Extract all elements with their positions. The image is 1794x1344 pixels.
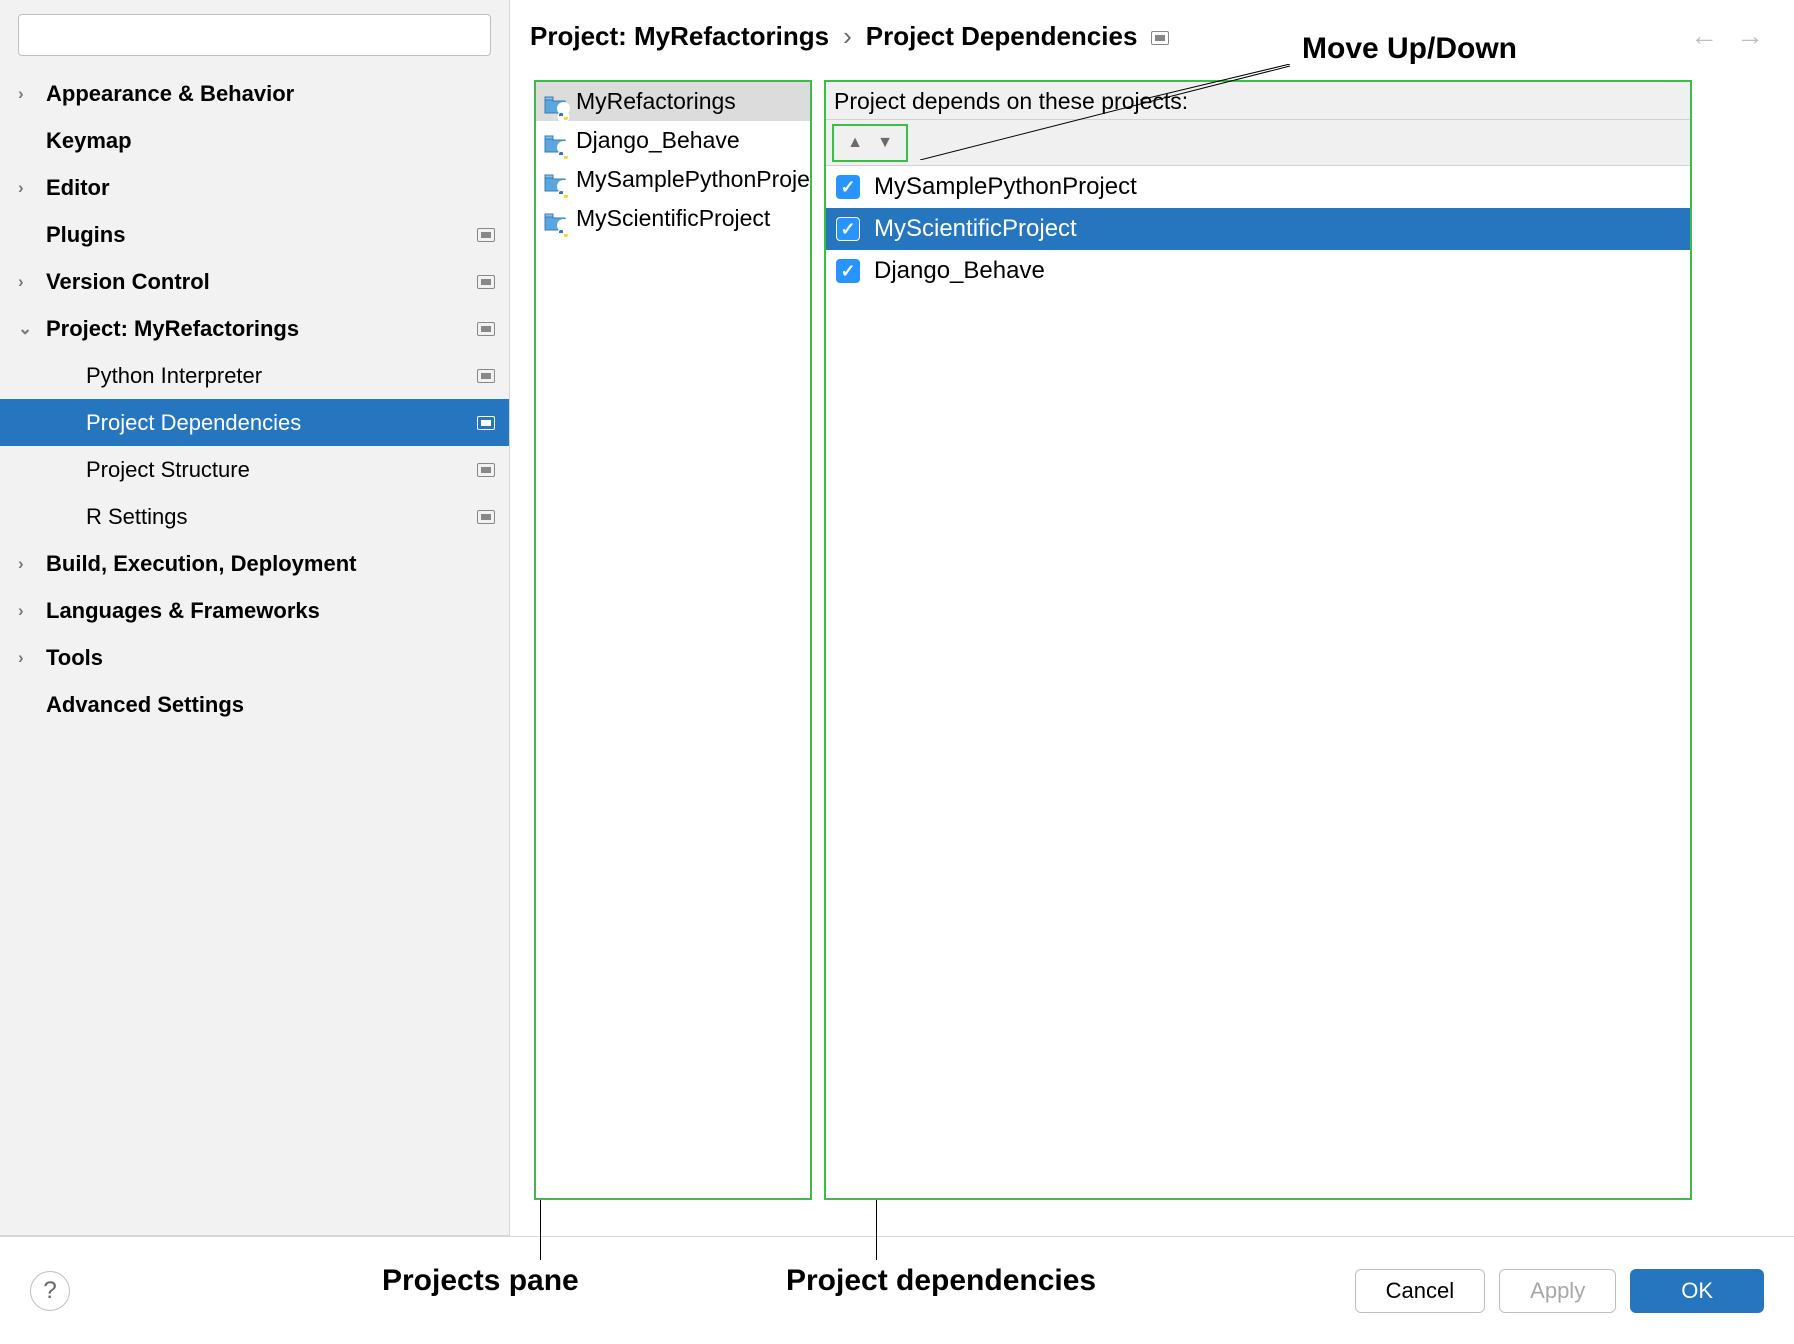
sidebar-item-python-interpreter[interactable]: Python Interpreter <box>0 352 509 399</box>
sidebar-item-build-execution-deployment[interactable]: ›Build, Execution, Deployment <box>0 540 509 587</box>
sidebar-item-tools[interactable]: ›Tools <box>0 634 509 681</box>
sidebar-item-advanced-settings[interactable]: ›Advanced Settings <box>0 681 509 728</box>
scope-badge-icon <box>477 510 495 524</box>
move-updown-group: ▲ ▼ <box>832 124 908 162</box>
sidebar-item-languages-frameworks[interactable]: ›Languages & Frameworks <box>0 587 509 634</box>
scope-badge-icon <box>477 228 495 242</box>
annotation-stem-deps <box>876 1200 877 1260</box>
chevron-icon: › <box>18 554 46 574</box>
project-row-label: MySamplePythonProject <box>576 166 812 193</box>
sidebar-item-label: R Settings <box>86 504 188 530</box>
sidebar-item-appearance-behavior[interactable]: ›Appearance & Behavior <box>0 70 509 117</box>
sidebar-item-label: Plugins <box>46 222 125 248</box>
deps-toolbar: ▲ ▼ <box>826 120 1690 166</box>
annotation-projectdeps: Project dependencies <box>786 1264 1096 1298</box>
cancel-button[interactable]: Cancel <box>1355 1269 1485 1313</box>
folder-icon <box>544 171 566 189</box>
deps-header-label: Project depends on these projects: <box>826 82 1690 120</box>
dep-row-label: Django_Behave <box>874 257 1045 285</box>
checkbox-icon[interactable]: ✓ <box>836 259 860 283</box>
breadcrumb-sep: › <box>843 21 852 52</box>
chevron-icon: › <box>18 84 46 104</box>
project-row-django_behave[interactable]: Django_Behave <box>536 121 810 160</box>
sidebar-item-label: Build, Execution, Deployment <box>46 551 356 577</box>
dep-row-django_behave[interactable]: ✓ Django_Behave <box>826 250 1690 292</box>
sidebar-item-project-myrefactorings[interactable]: ⌄Project: MyRefactorings <box>0 305 509 352</box>
sidebar-item-plugins[interactable]: ›Plugins <box>0 211 509 258</box>
project-row-label: MyRefactorings <box>576 88 736 115</box>
projects-pane: MyRefactorings Django_Behave MySamplePytho… <box>534 80 812 1200</box>
chevron-icon: ⌄ <box>18 319 46 339</box>
folder-icon <box>544 210 566 228</box>
sidebar-item-label: Keymap <box>46 128 132 154</box>
folder-icon <box>544 132 566 150</box>
sidebar-item-version-control[interactable]: ›Version Control <box>0 258 509 305</box>
annotation-projectspane: Projects pane <box>382 1264 579 1298</box>
deps-list: ✓ MySamplePythonProject ✓ MyScientificProje… <box>826 166 1690 1198</box>
breadcrumb-project[interactable]: Project: MyRefactorings <box>530 21 829 52</box>
apply-button[interactable]: Apply <box>1499 1269 1616 1313</box>
dep-row-myscientificproject[interactable]: ✓ MyScientificProject <box>826 208 1690 250</box>
project-row-label: MyScientificProject <box>576 205 770 232</box>
search-input[interactable] <box>18 14 491 56</box>
sidebar-item-r-settings[interactable]: R Settings <box>0 493 509 540</box>
sidebar-item-label: Project Dependencies <box>86 410 301 436</box>
project-row-myrefactorings[interactable]: MyRefactorings <box>536 82 810 121</box>
project-row-mysamplepythonproject[interactable]: MySamplePythonProject <box>536 160 810 199</box>
project-row-label: Django_Behave <box>576 127 740 154</box>
scope-badge-icon <box>477 322 495 336</box>
settings-nav: ›Appearance & Behavior›Keymap›Editor›Plu… <box>0 70 509 728</box>
folder-icon <box>544 93 566 111</box>
settings-sidebar: ›Appearance & Behavior›Keymap›Editor›Plu… <box>0 0 510 1236</box>
breadcrumb-page[interactable]: Project Dependencies <box>866 21 1138 52</box>
dep-row-label: MySamplePythonProject <box>874 173 1137 201</box>
ok-button[interactable]: OK <box>1630 1269 1764 1313</box>
chevron-icon: › <box>18 601 46 621</box>
back-arrow-icon[interactable]: ← <box>1690 20 1718 52</box>
annotation-stem-projects <box>540 1200 541 1260</box>
help-button[interactable]: ? <box>30 1271 70 1311</box>
forward-arrow-icon[interactable]: → <box>1736 20 1764 52</box>
checkbox-icon[interactable]: ✓ <box>836 217 860 241</box>
scope-badge-icon <box>477 416 495 430</box>
scope-badge-icon <box>477 463 495 477</box>
sidebar-item-keymap[interactable]: ›Keymap <box>0 117 509 164</box>
sidebar-item-project-dependencies[interactable]: Project Dependencies <box>0 399 509 446</box>
sidebar-item-label: Python Interpreter <box>86 363 262 389</box>
sidebar-item-label: Tools <box>46 645 103 671</box>
sidebar-item-label: Languages & Frameworks <box>46 598 320 624</box>
checkbox-icon[interactable]: ✓ <box>836 175 860 199</box>
dep-row-mysamplepythonproject[interactable]: ✓ MySamplePythonProject <box>826 166 1690 208</box>
dependencies-pane: Project depends on these projects: ▲ ▼ ✓… <box>824 80 1692 1200</box>
sidebar-item-label: Project Structure <box>86 457 250 483</box>
dep-row-label: MyScientificProject <box>874 215 1077 243</box>
sidebar-item-label: Appearance & Behavior <box>46 81 294 107</box>
project-row-myscientificproject[interactable]: MyScientificProject <box>536 199 810 238</box>
sidebar-item-project-structure[interactable]: Project Structure <box>0 446 509 493</box>
move-down-button[interactable]: ▼ <box>870 134 900 152</box>
chevron-icon: › <box>18 272 46 292</box>
chevron-icon: › <box>18 178 46 198</box>
sidebar-item-label: Advanced Settings <box>46 692 244 718</box>
scope-badge-icon <box>477 275 495 289</box>
annotation-moveupdown: Move Up/Down <box>1302 32 1517 66</box>
sidebar-item-label: Project: MyRefactorings <box>46 316 299 342</box>
sidebar-item-label: Version Control <box>46 269 210 295</box>
breadcrumb: Project: MyRefactorings › Project Depend… <box>530 20 1764 52</box>
scope-badge-icon <box>477 369 495 383</box>
chevron-icon: › <box>18 648 46 668</box>
move-up-button[interactable]: ▲ <box>840 134 870 152</box>
scope-badge-icon <box>1151 31 1169 45</box>
sidebar-item-label: Editor <box>46 175 110 201</box>
sidebar-item-editor[interactable]: ›Editor <box>0 164 509 211</box>
